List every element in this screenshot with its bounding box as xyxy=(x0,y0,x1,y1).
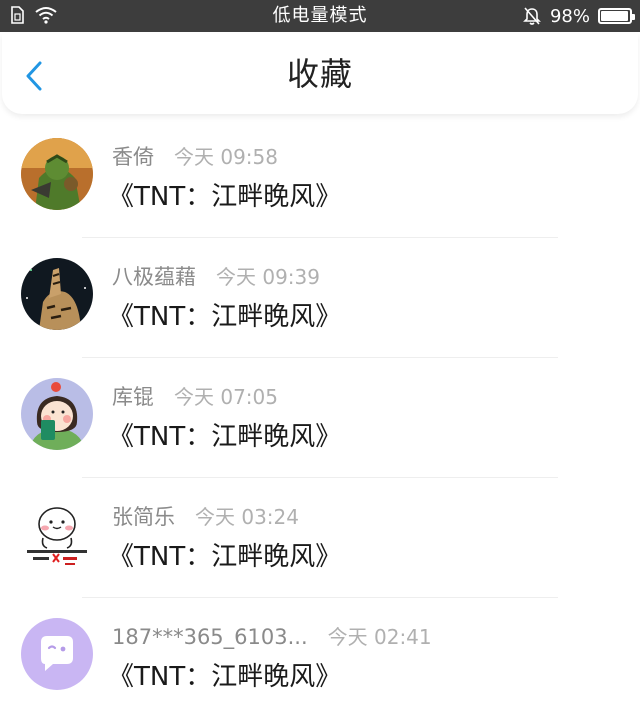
item-title[interactable]: 《TNT：江畔晚风》 xyxy=(108,536,341,573)
user-name[interactable]: 八极蕴藉 xyxy=(112,261,196,291)
orc-warrior-avatar-icon xyxy=(21,138,93,210)
timestamp: 今天 09:39 xyxy=(216,265,320,289)
item-title[interactable]: 《TNT：江畔晚风》 xyxy=(108,416,341,453)
timestamp: 今天 03:24 xyxy=(195,505,299,529)
chat-bubble-avatar-icon xyxy=(21,618,93,690)
timestamp: 今天 02:41 xyxy=(327,625,432,649)
list-item[interactable]: 187***365_6103... 今天 02:41 《TNT：江畔晚风》 xyxy=(0,598,640,715)
avatar[interactable] xyxy=(21,258,93,330)
battery-percent: 98% xyxy=(549,5,590,27)
item-meta: 八极蕴藉 今天 09:39 xyxy=(112,261,320,289)
user-name[interactable]: 库锟 xyxy=(112,381,154,411)
meme-face-avatar-icon xyxy=(21,498,93,570)
avatar[interactable] xyxy=(21,138,93,210)
list-item[interactable]: 张简乐 今天 03:24 《TNT：江畔晚风》 xyxy=(0,478,640,598)
timestamp: 今天 09:58 xyxy=(174,145,278,169)
battery-level xyxy=(601,11,629,21)
page-title: 收藏 xyxy=(286,55,353,93)
tiger-avatar-icon xyxy=(21,258,93,330)
user-name[interactable]: 187***365_6103... xyxy=(112,625,308,649)
status-bar: 低电量模式 98% xyxy=(0,0,640,32)
avatar[interactable] xyxy=(21,498,93,570)
item-meta: 187***365_6103... 今天 02:41 xyxy=(112,621,432,649)
item-title[interactable]: 《TNT：江畔晚风》 xyxy=(108,656,341,693)
avatar[interactable] xyxy=(21,618,93,690)
item-title[interactable]: 《TNT：江畔晚风》 xyxy=(108,176,341,213)
user-name[interactable]: 香倚 xyxy=(112,141,154,171)
avatar[interactable] xyxy=(21,378,93,450)
timestamp: 今天 07:05 xyxy=(174,385,278,409)
list-item[interactable]: 八极蕴藉 今天 09:39 《TNT：江畔晚风》 xyxy=(0,238,640,358)
item-meta: 张简乐 今天 03:24 xyxy=(112,501,299,529)
header: 收藏 xyxy=(2,34,638,114)
battery-icon xyxy=(598,8,635,24)
list-item[interactable]: 香倚 今天 09:58 《TNT：江畔晚风》 xyxy=(0,118,640,238)
item-title[interactable]: 《TNT：江畔晚风》 xyxy=(108,296,341,333)
favorites-list: 香倚 今天 09:58 《TNT：江畔晚风》 八极蕴藉 今天 09:39 《TN… xyxy=(0,118,640,715)
user-name[interactable]: 张简乐 xyxy=(112,501,175,531)
girl-cartoon-avatar-icon xyxy=(21,378,93,450)
item-meta: 香倚 今天 09:58 xyxy=(112,141,278,169)
bell-muted-icon xyxy=(523,7,541,25)
item-meta: 库锟 今天 07:05 xyxy=(112,381,278,409)
list-item[interactable]: 库锟 今天 07:05 《TNT：江畔晚风》 xyxy=(0,358,640,478)
status-right: 98% xyxy=(522,0,635,32)
